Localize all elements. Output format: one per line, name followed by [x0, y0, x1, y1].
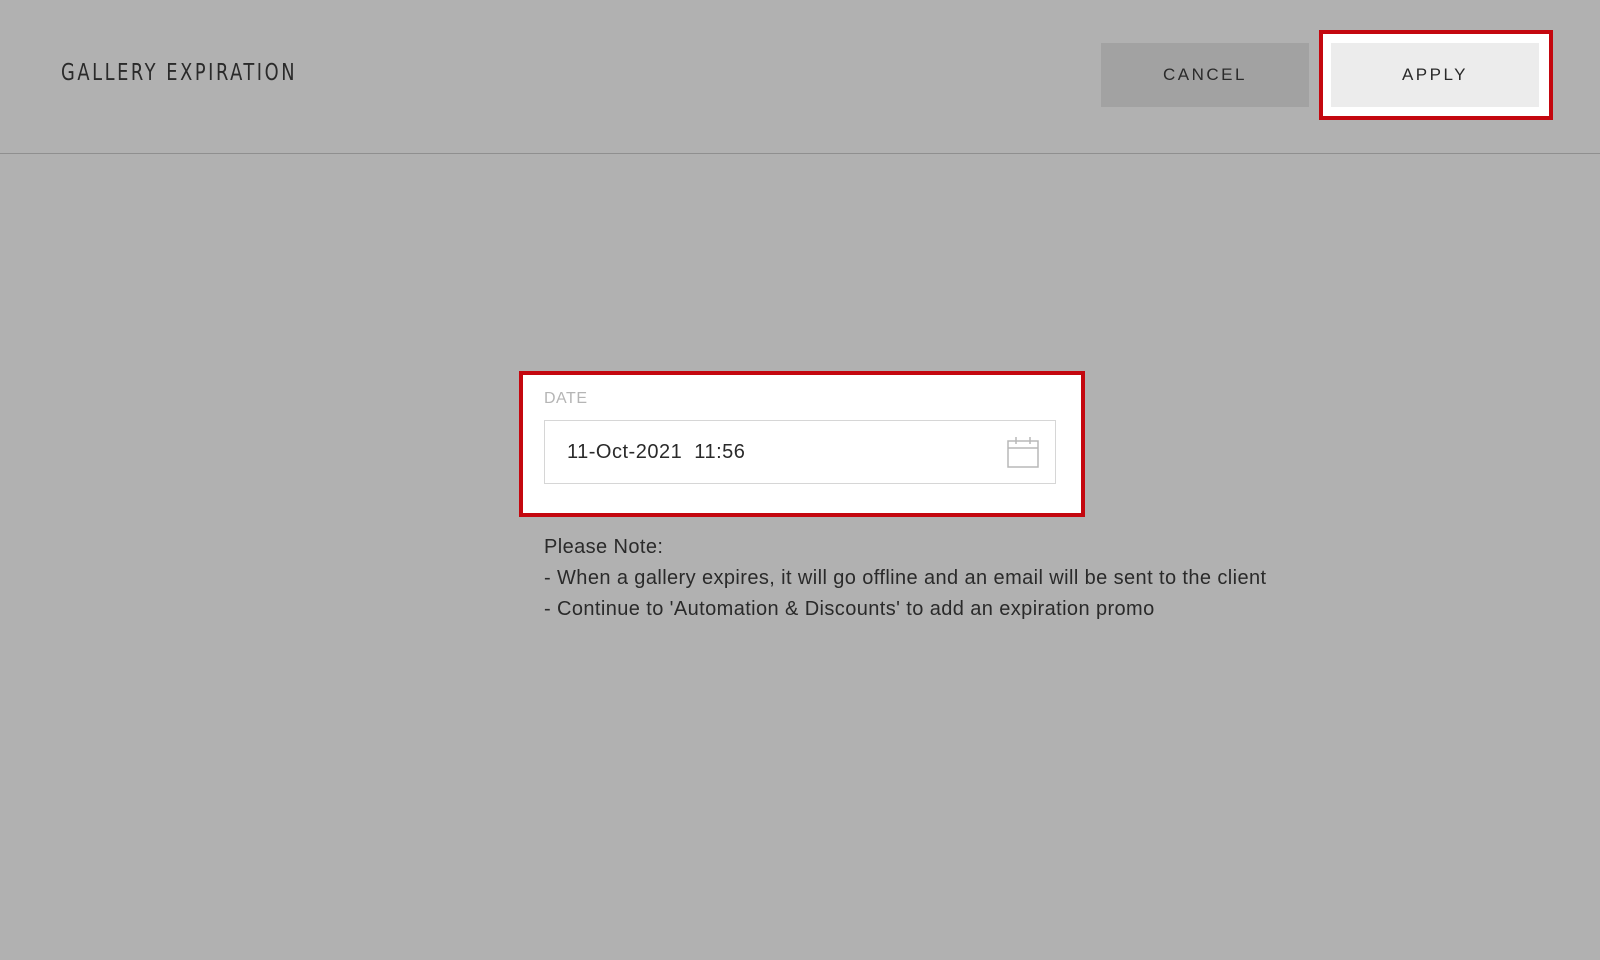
note-line: - Continue to 'Automation & Discounts' t… — [544, 598, 1155, 620]
page-title: GALLERY EXPIRATION — [61, 60, 298, 86]
note-heading: Please Note: — [544, 536, 664, 558]
dialog-header: GALLERY EXPIRATION CANCEL APPLY — [0, 0, 1600, 154]
gallery-expiration-dialog: GALLERY EXPIRATION CANCEL APPLY DATE 11-… — [0, 0, 1600, 960]
date-value: 11-Oct-2021 11:56 — [567, 440, 746, 463]
date-input[interactable]: 11-Oct-2021 11:56 — [544, 420, 1056, 484]
note-line: - When a gallery expires, it will go off… — [544, 567, 1267, 589]
apply-button[interactable]: APPLY — [1331, 43, 1539, 107]
date-label: DATE — [544, 390, 588, 407]
calendar-icon[interactable] — [1007, 436, 1039, 468]
cancel-button[interactable]: CANCEL — [1101, 43, 1309, 107]
expiration-note: Please Note: - When a gallery expires, i… — [544, 532, 1266, 625]
